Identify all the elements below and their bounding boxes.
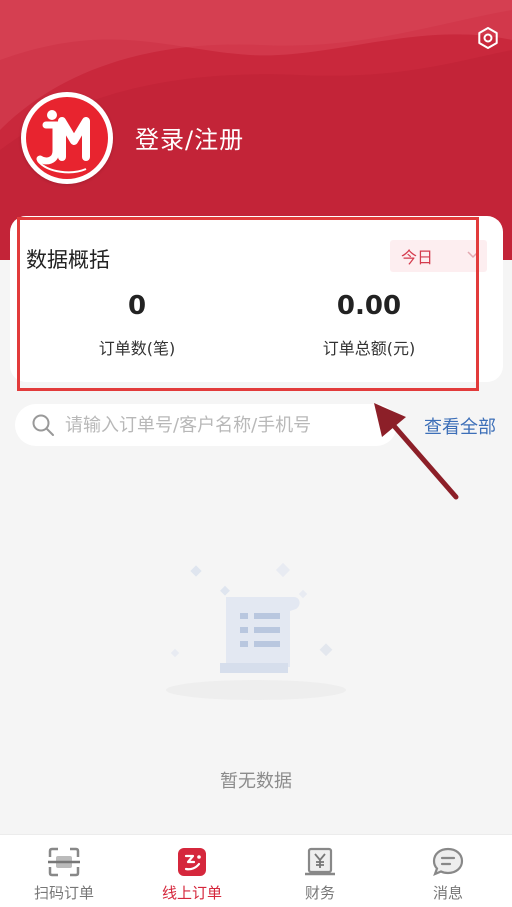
tab-label-online-orders: 线上订单 [161,884,222,902]
tab-label-messages: 消息 [432,884,463,902]
search-icon [32,414,54,436]
search-bar [15,404,397,446]
period-value: 今日 [401,248,434,267]
chevron-down-icon [467,251,479,259]
login-register-link[interactable]: 登录/注册 [135,120,244,155]
tab-messages[interactable]: 消息 [384,835,512,907]
view-all-link[interactable]: 查看全部 [424,413,496,439]
period-dropdown[interactable]: 今日 [390,240,487,272]
bottom-tab-bar: 扫码订单 线上订单 财务 消息 [0,834,512,907]
finance-icon [305,847,335,876]
order-count-value: 0 [127,291,147,321]
overview-title: 数据概括 [26,248,110,272]
tab-finance[interactable]: 财务 [256,835,384,907]
empty-document-illustration [166,562,346,700]
empty-state-text: 暂无数据 [220,771,292,792]
settings-hexagon-icon [478,27,498,49]
page: 登录/注册 数据概括 今日 0 订单数(笔) 0.00 订单总额(元) 查看全部 [0,0,512,907]
order-amount-label: 订单总额(元) [322,339,416,358]
order-amount-stat: 0.00 订单总额(元) [279,291,459,359]
tab-scan-orders[interactable]: 扫码订单 [0,835,128,907]
tab-label-finance: 财务 [304,884,335,902]
scan-icon [48,847,80,877]
tab-label-scan-orders: 扫码订单 [33,884,94,902]
data-overview-card: 数据概括 今日 0 订单数(笔) 0.00 订单总额(元) [10,216,503,382]
tab-online-orders[interactable]: 线上订单 [128,835,256,907]
order-count-stat: 0 订单数(笔) [47,291,227,359]
jm-logo-icon [26,97,108,179]
message-icon [432,847,464,876]
online-order-icon [178,848,206,876]
search-input[interactable] [65,414,385,436]
order-count-label: 订单数(笔) [98,339,176,358]
settings-button[interactable] [474,24,502,52]
order-amount-value: 0.00 [336,291,402,321]
avatar[interactable] [21,92,113,184]
